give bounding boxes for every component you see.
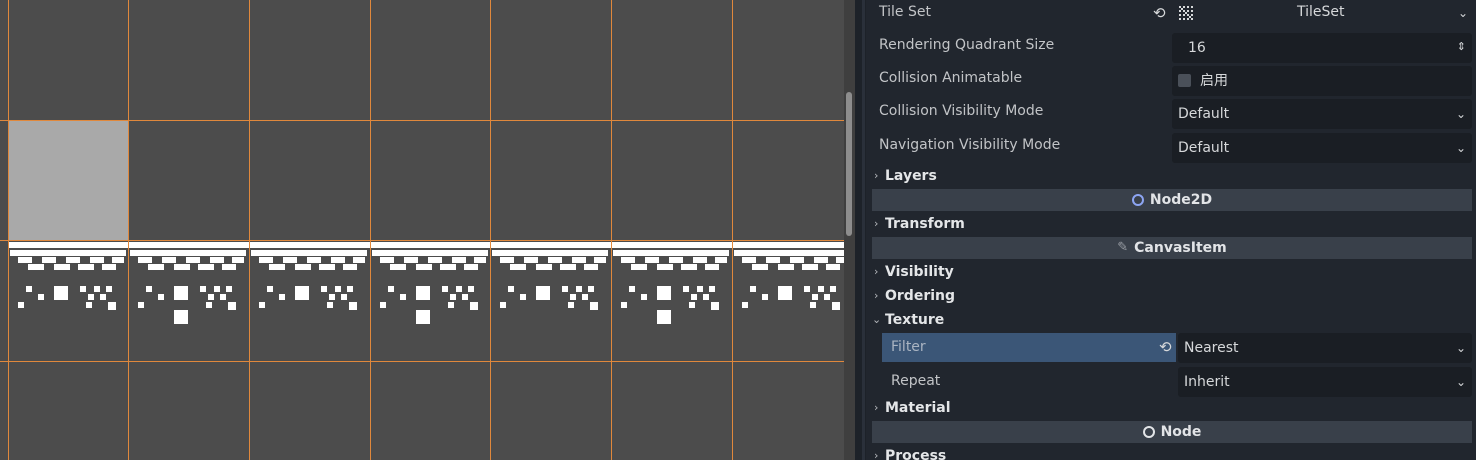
selected-tile-cell <box>8 120 128 240</box>
prop-collision-visibility-mode: Collision Visibility Mode Default ⌄ <box>866 99 1476 132</box>
collision-animatable-editor[interactable]: 启用 <box>1172 66 1472 96</box>
tilemap-viewport[interactable] <box>0 0 855 460</box>
viewport-scrollbar-thumb[interactable] <box>846 92 852 236</box>
chevron-right-icon: › <box>874 265 879 278</box>
chevron-down-icon[interactable]: ⌄ <box>1456 367 1466 397</box>
tile-pattern <box>490 242 611 310</box>
node2d-header-label: Node2D <box>1149 192 1213 208</box>
chevron-right-icon: › <box>874 289 879 302</box>
collision-animatable-checkbox[interactable] <box>1178 74 1191 87</box>
section-layers[interactable]: › Layers <box>872 165 1472 187</box>
revert-icon[interactable]: ⟲ <box>1159 337 1172 357</box>
node2d-icon <box>1131 194 1144 206</box>
section-visibility[interactable]: › Visibility <box>872 261 1472 283</box>
section-ordering[interactable]: › Ordering <box>872 285 1472 307</box>
visibility-section-label: Visibility <box>885 264 954 280</box>
chevron-right-icon: › <box>874 169 879 182</box>
node-icon <box>1142 426 1155 438</box>
inspector-panel: Tile Set ⟲ TileSet ⌄ Rendering Quadrant … <box>866 0 1476 460</box>
rendering-quadrant-size-value[interactable]: 16 <box>1188 33 1206 63</box>
pencil-icon: ✎ <box>1117 240 1129 255</box>
repeat-label: Repeat <box>891 373 941 389</box>
spin-arrows-icon[interactable]: ⇕ <box>1457 40 1466 54</box>
filter-value[interactable]: Nearest <box>1184 333 1239 363</box>
navigation-visibility-mode-label: Navigation Visibility Mode <box>879 137 1061 153</box>
filter-dropdown[interactable]: Nearest ⌄ <box>1178 333 1472 363</box>
rendering-quadrant-size-spinbox[interactable]: 16 ⇕ <box>1172 33 1472 63</box>
rendering-quadrant-size-label: Rendering Quadrant Size <box>879 37 1055 53</box>
texture-section-label: Texture <box>885 312 945 328</box>
chevron-right-icon: › <box>874 217 879 230</box>
collision-visibility-mode-label: Collision Visibility Mode <box>879 103 1044 119</box>
collision-visibility-mode-value[interactable]: Default <box>1178 99 1229 129</box>
chevron-down-icon[interactable]: ⌄ <box>1456 333 1466 363</box>
prop-rendering-quadrant-size: Rendering Quadrant Size 16 ⇕ <box>866 33 1476 66</box>
prop-collision-animatable: Collision Animatable 启用 <box>866 66 1476 99</box>
tile-pattern <box>732 242 853 310</box>
section-material[interactable]: › Material <box>872 397 1472 419</box>
prop-tile-set: Tile Set ⟲ TileSet ⌄ <box>866 0 1476 33</box>
chevron-right-icon: › <box>874 401 879 414</box>
prop-navigation-visibility-mode: Navigation Visibility Mode Default ⌄ <box>866 133 1476 166</box>
navigation-visibility-mode-value[interactable]: Default <box>1178 133 1229 163</box>
repeat-value[interactable]: Inherit <box>1184 367 1230 397</box>
class-header-canvasitem[interactable]: ✎ CanvasItem <box>872 237 1472 259</box>
collision-visibility-mode-dropdown[interactable]: Default ⌄ <box>1172 99 1472 129</box>
transform-section-label: Transform <box>885 216 965 232</box>
tile-set-value[interactable]: TileSet <box>1297 0 1345 25</box>
navigation-visibility-mode-dropdown[interactable]: Default ⌄ <box>1172 133 1472 163</box>
repeat-dropdown[interactable]: Inherit ⌄ <box>1178 367 1472 397</box>
tileset-resource-icon <box>1179 6 1193 20</box>
chevron-down-icon[interactable]: ⌄ <box>1458 0 1468 28</box>
section-process[interactable]: › Process <box>872 445 1472 460</box>
prop-filter: Filter ⟲ Nearest ⌄ <box>866 333 1476 366</box>
class-header-node[interactable]: Node <box>872 421 1472 443</box>
section-transform[interactable]: › Transform <box>872 213 1472 235</box>
chevron-down-icon[interactable]: ⌄ <box>1456 99 1466 129</box>
ordering-section-label: Ordering <box>885 288 956 304</box>
chevron-down-icon: ⌄ <box>872 313 882 326</box>
tile-pattern <box>128 242 249 324</box>
node-header-label: Node <box>1160 424 1202 440</box>
section-texture[interactable]: ⌄ Texture <box>872 309 1472 331</box>
tile-pattern <box>611 242 732 324</box>
tile-pattern <box>8 242 129 310</box>
prop-repeat: Repeat Inherit ⌄ <box>866 367 1476 400</box>
filter-label-highlight <box>882 333 1176 362</box>
class-header-node2d[interactable]: Node2D <box>872 189 1472 211</box>
collision-animatable-label: Collision Animatable <box>879 70 1023 86</box>
chevron-right-icon: › <box>874 449 879 460</box>
process-section-label: Process <box>885 448 947 460</box>
tile-set-label: Tile Set <box>879 4 931 20</box>
chevron-down-icon[interactable]: ⌄ <box>1456 133 1466 163</box>
canvasitem-header-label: CanvasItem <box>1134 240 1227 256</box>
material-section-label: Material <box>885 400 951 416</box>
checkbox-on-text[interactable]: 启用 <box>1200 66 1228 96</box>
splitter-line <box>862 0 865 460</box>
layers-section-label: Layers <box>885 168 937 184</box>
revert-icon[interactable]: ⟲ <box>1153 3 1166 23</box>
tile-canvas[interactable] <box>0 0 855 460</box>
filter-label: Filter <box>891 339 926 355</box>
tile-pattern <box>370 242 491 324</box>
tile-pattern <box>249 242 370 310</box>
